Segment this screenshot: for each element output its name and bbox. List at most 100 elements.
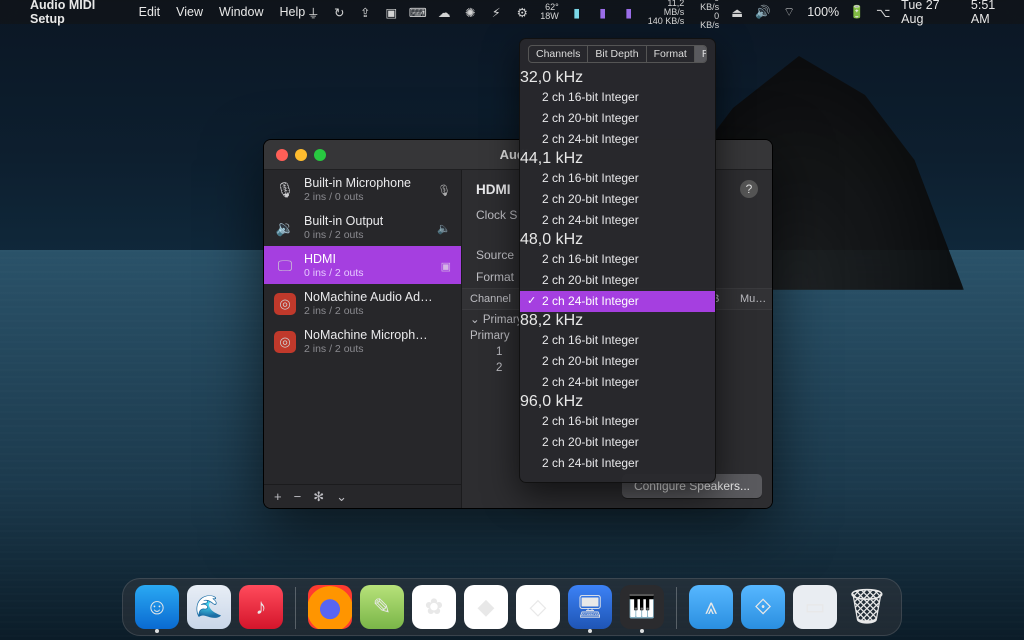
dock: ☺🌊♪ ✎✿◆◇🖥🎹 ⩓⟐▭🗑 [122,578,902,636]
menuextra-wifi-icon[interactable]: ⌔ [781,5,797,19]
menuextra-volume-icon[interactable]: 🔊 [755,5,771,19]
menuextra-upload-icon[interactable]: ⇪ [357,5,373,19]
device-row-nomachine-microphone-a-[interactable]: ◎ NoMachine Microphone A…2 ins / 2 outs [264,322,461,360]
dock-safari-alt[interactable]: 🌊 [187,585,231,629]
menuextra-batt3-icon[interactable]: ▮ [621,5,637,19]
menuextra-disk[interactable]: 0 KB/s0 KB/s [694,0,719,30]
format-option[interactable]: 2 ch 24-bit Integer [520,291,715,312]
format-option[interactable]: 2 ch 16-bit Integer [520,330,715,351]
dock-audio-midi[interactable]: 🎹 [620,585,664,629]
format-option[interactable]: 2 ch 24-bit Integer [520,210,715,231]
format-option[interactable]: 2 ch 24-bit Integer [520,129,715,150]
nm-icon: ◎ [274,293,296,315]
menuextra-temp[interactable]: 62°18W [540,3,559,21]
dock-separator [676,587,677,629]
format-option[interactable]: 2 ch 24-bit Integer [520,372,715,393]
menuextra-time[interactable]: 5:51 AM [971,0,1014,26]
menuextra-box-icon[interactable]: ▣ [383,5,399,19]
format-option[interactable]: 2 ch 20-bit Integer [520,432,715,453]
chevron-down-icon[interactable]: ⌄ [336,489,347,505]
rate-header: 32,0 kHz [520,69,715,87]
format-option[interactable]: 2 ch 20-bit Integer [520,270,715,291]
dock-firefox[interactable] [308,585,352,629]
dock-screenshare[interactable]: 🖥 [568,585,612,629]
device-io: 0 ins / 2 outs [304,228,383,242]
menuextra-sync-icon[interactable]: ↻ [331,5,347,19]
menuextra-gear-icon[interactable]: ⚙ [514,5,530,19]
format-option[interactable]: 2 ch 20-bit Integer [520,108,715,129]
menuextra-batt1-icon[interactable]: ▮ [569,5,585,19]
dock-applications-folder[interactable]: ⩓ [689,585,733,629]
detail-title: HDMI [476,182,511,197]
device-name: Built-in Output [304,214,383,228]
segment-format[interactable]: Format [647,46,695,62]
device-row-nomachine-audio-adapter[interactable]: ◎NoMachine Audio Adapter2 ins / 2 outs [264,284,461,322]
menuextra-fan-icon[interactable]: ✺ [462,5,478,19]
add-device-button[interactable]: + [274,489,282,504]
menuextra-date[interactable]: Tue 27 Aug [901,0,961,26]
menu-view[interactable]: View [176,5,203,19]
rate-header: 48,0 kHz [520,231,715,249]
nm-icon: ◎ [274,331,296,353]
remove-device-button[interactable]: − [294,489,302,504]
menuextra-batt2-icon[interactable]: ▮ [595,5,611,19]
zoom-button[interactable] [314,149,326,161]
help-button[interactable]: ? [740,180,758,198]
dock-downloads-stack[interactable]: ▭ [793,585,837,629]
menuextra-eject-icon[interactable]: ⏏ [729,5,745,19]
dock-dropbox-folder[interactable]: ⟐ [741,585,785,629]
device-row-built-in-output[interactable]: 🔉 Built-in Output0 ins / 2 outs 🔈 [264,208,461,246]
device-tail-icon: ▣ [441,260,451,273]
format-option[interactable]: 2 ch 16-bit Integer [520,249,715,270]
dock-finder[interactable]: ☺ [135,585,179,629]
menuextra-cloud-icon[interactable]: ☁ [436,5,452,19]
device-io: 0 ins / 2 outs [304,266,364,280]
dock-separator [295,587,296,629]
device-tail-icon: 🎙 [437,184,451,197]
device-tail-icon: 🔈 [437,222,451,235]
segment-bit-depth[interactable]: Bit Depth [588,46,646,62]
device-row-hdmi[interactable]: 🖵HDMI0 ins / 2 outs▣ [264,246,461,284]
dock-photos[interactable]: ✿ [412,585,456,629]
menuextra-net[interactable]: 11,2 MB/s140 KB/s [647,0,685,26]
display-icon: 🖵 [274,255,296,277]
speaker-icon: 🔉 [274,217,296,239]
format-option[interactable]: 2 ch 16-bit Integer [520,168,715,189]
menuextra-battery-icon[interactable]: 🔋 [849,5,865,19]
dock-trash[interactable]: 🗑 [845,585,889,629]
segmented-control[interactable]: ChannelsBit DepthFormatRate [528,45,707,63]
format-option[interactable]: 2 ch 20-bit Integer [520,189,715,210]
device-row-built-in-microphone[interactable]: 🎙Built-in Microphone2 ins / 0 outs🎙 [264,170,461,208]
dock-app-green[interactable]: ✎ [360,585,404,629]
menuextra-battery-pct[interactable]: 100% [807,5,839,19]
dock-clickup2[interactable]: ◇ [516,585,560,629]
clock-source-label: Clock S [476,208,517,222]
device-io: 2 ins / 2 outs [304,304,434,318]
menuextra-switch-icon[interactable]: ⌥ [875,5,891,19]
format-option[interactable]: 2 ch 20-bit Integer [520,351,715,372]
segment-rate[interactable]: Rate [695,46,707,62]
menu-help[interactable]: Help [280,5,306,19]
menu-window[interactable]: Window [219,5,263,19]
dock-music[interactable]: ♪ [239,585,283,629]
menuextra-bolt-icon[interactable]: ⚡︎ [488,5,504,19]
dock-clickup[interactable]: ◆ [464,585,508,629]
device-io: 2 ins / 0 outs [304,190,411,204]
format-option[interactable]: 2 ch 16-bit Integer [520,87,715,108]
menu-edit[interactable]: Edit [139,5,161,19]
mic-icon: 🎙 [274,179,296,201]
rate-header: 88,2 kHz [520,312,715,330]
device-io: 2 ins / 2 outs [304,342,434,356]
close-button[interactable] [276,149,288,161]
device-sidebar: 🎙Built-in Microphone2 ins / 0 outs🎙🔉Buil… [264,170,462,508]
format-option[interactable]: 2 ch 24-bit Integer [520,453,715,474]
device-name: NoMachine Microphone A… [304,328,434,342]
app-name[interactable]: Audio MIDI Setup [30,0,123,26]
gear-icon[interactable]: ✻ [313,489,324,505]
menuextra-display-icon[interactable]: ⏚ [305,5,321,19]
segment-channels[interactable]: Channels [529,46,588,62]
minimize-button[interactable] [295,149,307,161]
menuextra-keyboard-icon[interactable]: ⌨ [409,5,426,19]
format-popover: ChannelsBit DepthFormatRate 32,0 kHz2 ch… [519,38,716,483]
format-option[interactable]: 2 ch 16-bit Integer [520,411,715,432]
